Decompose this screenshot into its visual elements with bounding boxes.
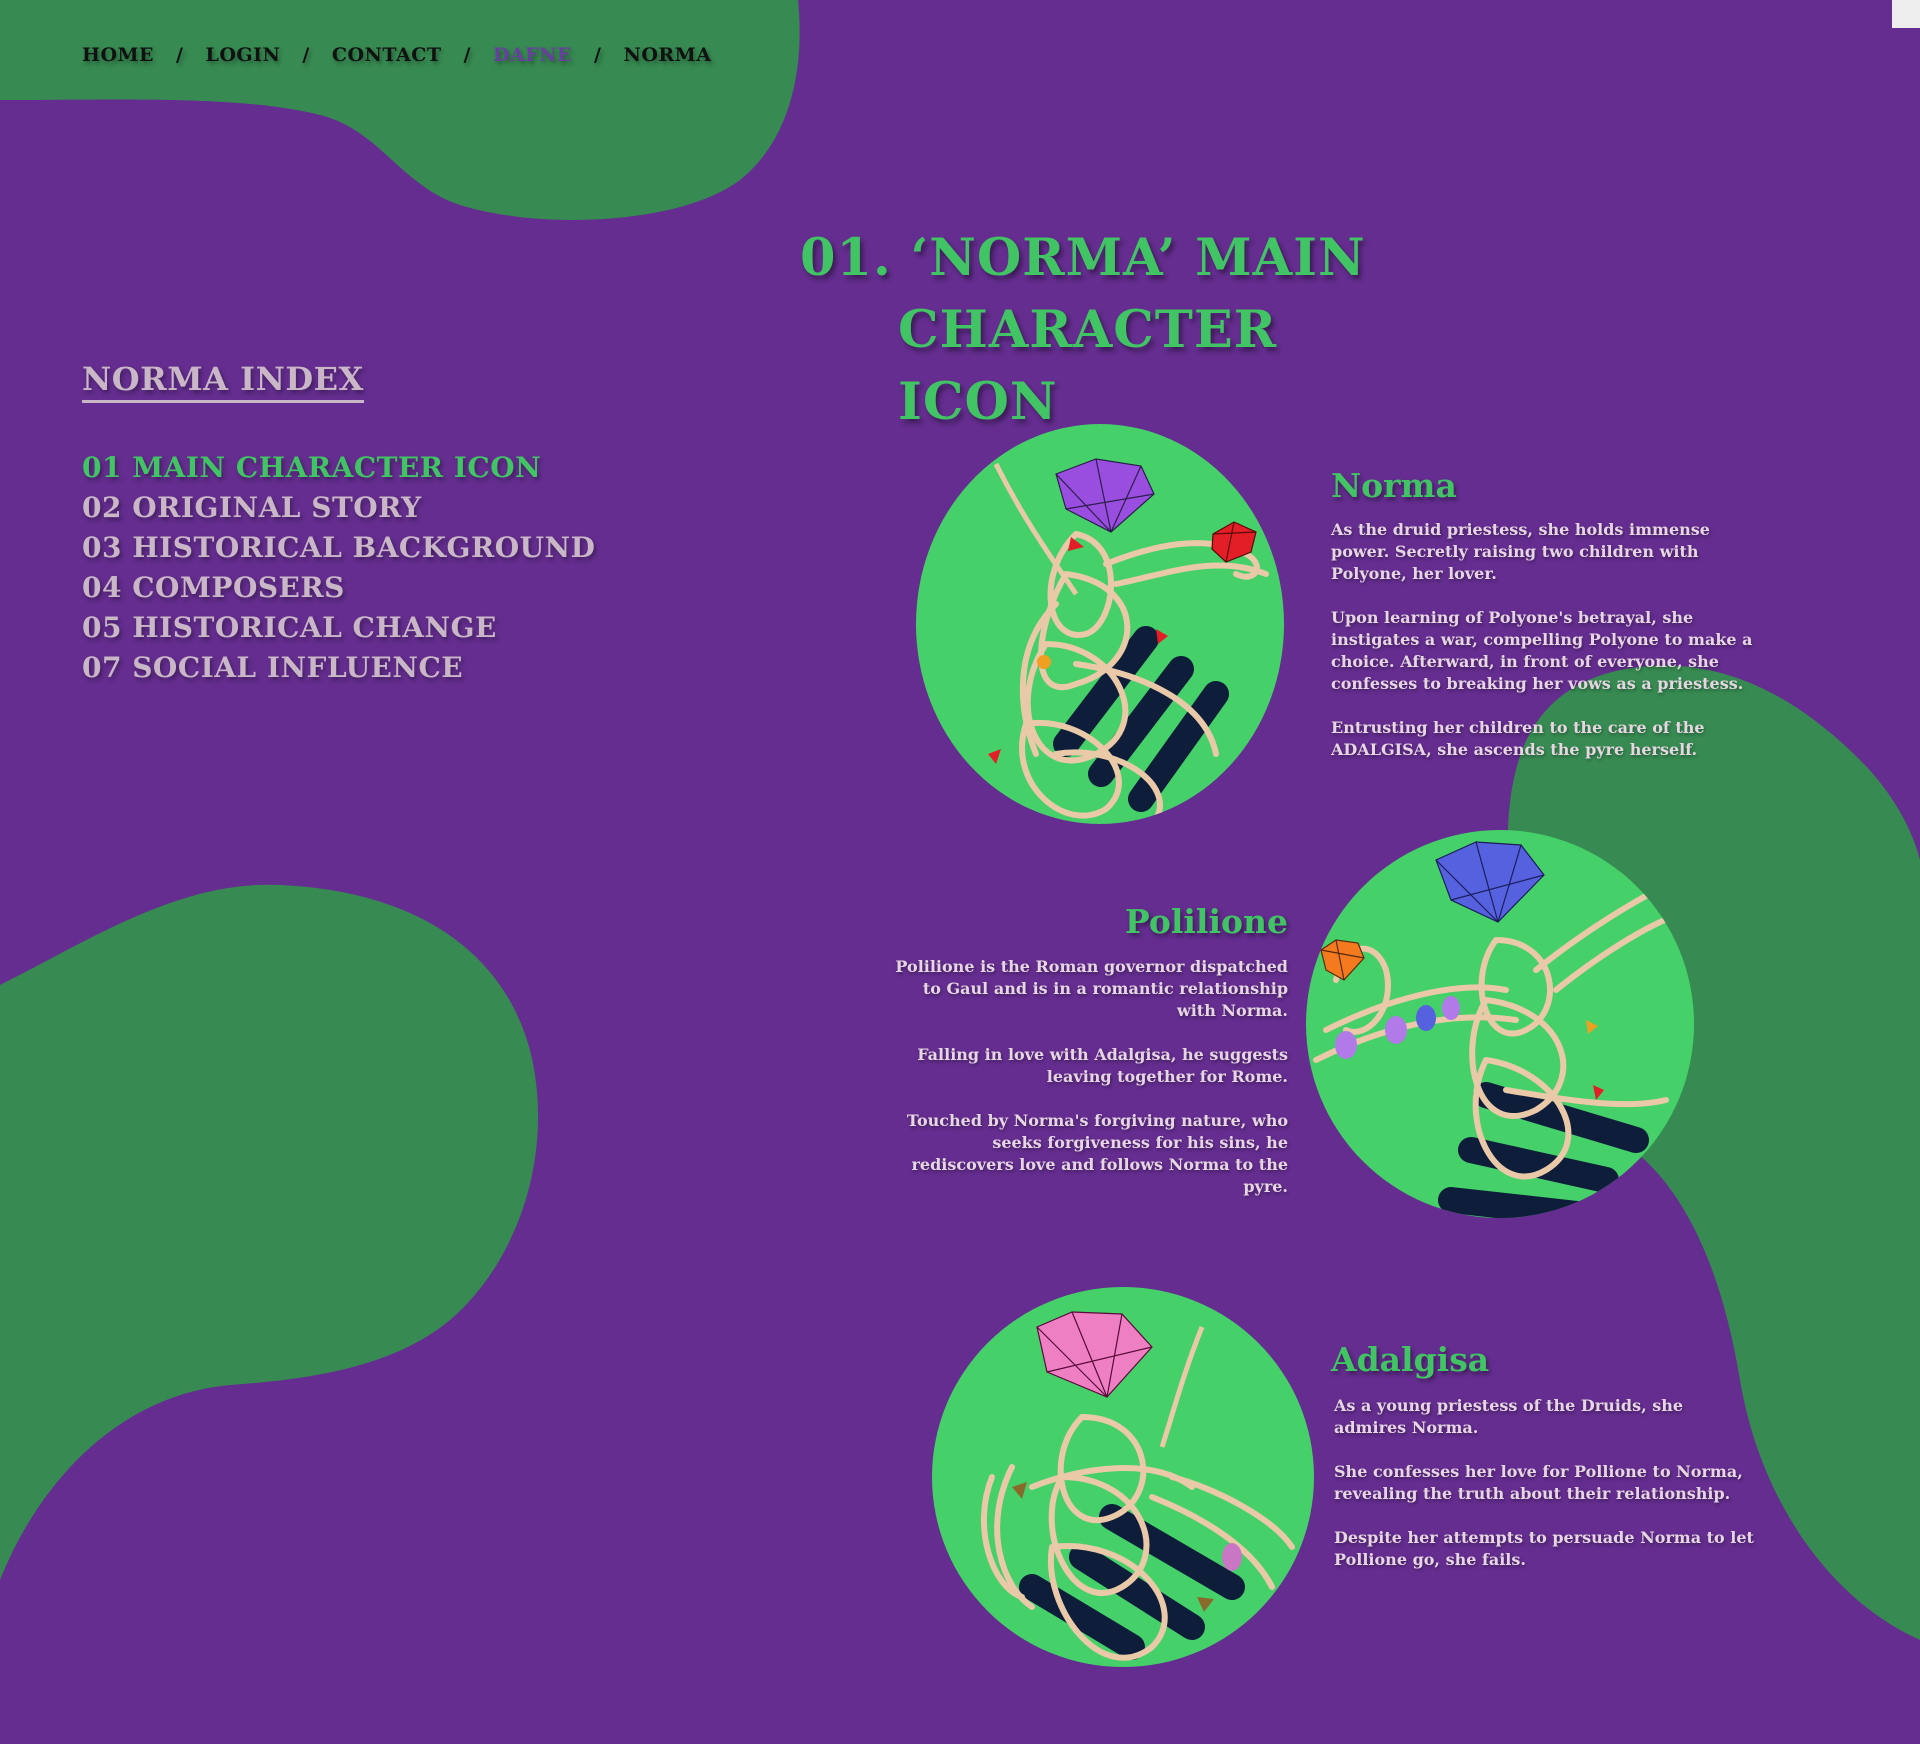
norma-figure-illustration bbox=[988, 458, 1269, 822]
nav-home[interactable]: HOME bbox=[82, 44, 154, 66]
top-nav: HOME / LOGIN / CONTACT / DAFNE / NORMA bbox=[82, 44, 711, 66]
adalgisa-paragraph: As a young priestess of the Druids, she … bbox=[1334, 1396, 1684, 1437]
index-list: 01 MAIN CHARACTER ICON 02 ORIGINAL STORY… bbox=[82, 448, 595, 688]
page-title-line1: 01. ‘NORMA’ MAIN bbox=[800, 228, 1366, 288]
index-item-composers[interactable]: 04 COMPOSERS bbox=[82, 568, 595, 608]
index-item-historical-change[interactable]: 05 HISTORICAL CHANGE bbox=[82, 608, 595, 648]
adalgisa-paragraph: She confesses her love for Pollione to N… bbox=[1334, 1462, 1743, 1503]
nav-dafne[interactable]: DAFNE bbox=[493, 44, 572, 66]
nav-separator: / bbox=[594, 44, 602, 66]
nav-norma[interactable]: NORMA bbox=[623, 44, 711, 66]
character-desc-norma: As the druid priestess, she holds immens… bbox=[1331, 519, 1761, 783]
adalgisa-figure-illustration bbox=[981, 1311, 1295, 1661]
character-name-polilione: Polilione bbox=[1124, 902, 1288, 941]
norma-paragraph: As the druid priestess, she holds immens… bbox=[1331, 520, 1710, 583]
adalgisa-paragraph: Despite her attempts to persuade Norma t… bbox=[1334, 1528, 1754, 1569]
polilione-paragraph: Falling in love with Adalgisa, he sugges… bbox=[917, 1045, 1288, 1086]
nav-separator: / bbox=[463, 44, 471, 66]
polilione-paragraph: Polilione is the Roman governor dispatch… bbox=[895, 957, 1288, 1020]
nav-login[interactable]: LOGIN bbox=[205, 44, 280, 66]
top-left-blob bbox=[0, 0, 800, 220]
index-item-original-story[interactable]: 02 ORIGINAL STORY bbox=[82, 488, 595, 528]
character-name-adalgisa: Adalgisa bbox=[1331, 1340, 1490, 1379]
polilione-portrait bbox=[1306, 830, 1694, 1218]
index-item-main-character-icon[interactable]: 01 MAIN CHARACTER ICON bbox=[82, 448, 595, 488]
character-name-norma: Norma bbox=[1331, 466, 1457, 505]
adalgisa-portrait bbox=[932, 1287, 1314, 1667]
nav-separator: / bbox=[302, 44, 310, 66]
page-title: 01. ‘NORMA’ MAIN CHARACTER ICON bbox=[800, 222, 1440, 438]
index-item-historical-background[interactable]: 03 HISTORICAL BACKGROUND bbox=[82, 528, 595, 568]
index-item-social-influence[interactable]: 07 SOCIAL INFLUENCE bbox=[82, 648, 595, 688]
polilione-figure-illustration bbox=[1313, 841, 1694, 1218]
character-desc-adalgisa: As a young priestess of the Druids, she … bbox=[1334, 1395, 1754, 1593]
left-blob bbox=[0, 884, 539, 1580]
norma-paragraph: Entrusting her children to the care of t… bbox=[1331, 718, 1705, 759]
norma-portrait bbox=[916, 424, 1284, 824]
nav-separator: / bbox=[176, 44, 184, 66]
page-title-line2: CHARACTER ICON bbox=[898, 300, 1278, 432]
corner-scroll-box bbox=[1892, 0, 1920, 28]
character-desc-polilione: Polilione is the Roman governor dispatch… bbox=[888, 956, 1288, 1220]
nav-contact[interactable]: CONTACT bbox=[332, 44, 442, 66]
index-title: NORMA INDEX bbox=[82, 360, 364, 403]
polilione-paragraph: Touched by Norma's forgiving nature, who… bbox=[906, 1111, 1288, 1196]
norma-paragraph: Upon learning of Polyone's betrayal, she… bbox=[1331, 608, 1753, 693]
